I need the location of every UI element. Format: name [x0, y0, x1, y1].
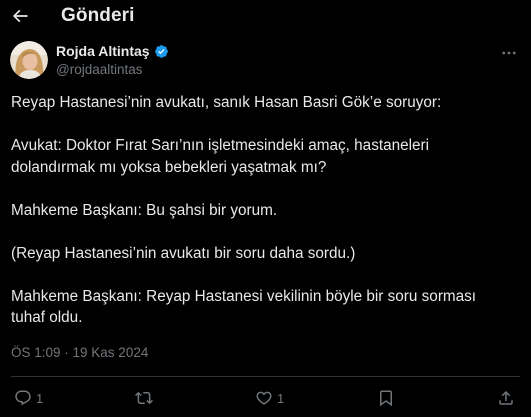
author-handle[interactable]: @rojdaaltintas: [56, 62, 143, 77]
action-bar: 1 1: [0, 385, 531, 411]
bookmark-icon: [380, 390, 392, 407]
author-name: Rojda Altintaş: [56, 43, 150, 59]
author-name-row[interactable]: Rojda Altintaş: [56, 43, 169, 59]
tweet-paragraph: Mahkeme Başkanı: Bu şahsi bir yorum.: [11, 201, 278, 219]
retweet-icon: [135, 391, 153, 405]
top-bar: Gönderi: [0, 0, 531, 36]
tweet-paragraph: Reyap Hastanesi’nin avukatı, sanık Hasan…: [11, 94, 442, 111]
verified-badge-icon: [154, 44, 168, 58]
share-icon: [499, 390, 513, 405]
more-options-button[interactable]: [496, 42, 522, 64]
avatar[interactable]: [10, 41, 48, 79]
tweet-detail-page: Gönderi Rojda Altintaş @rojdaaltintas Re…: [0, 0, 531, 417]
like-button[interactable]: 1: [255, 385, 284, 411]
bookmark-button[interactable]: [377, 385, 395, 411]
reply-icon: [15, 390, 31, 406]
reply-count: 1: [36, 390, 44, 406]
tweet-paragraph: Avukat: Doktor Fırat Sarı’nın işletmesin…: [11, 137, 430, 176]
like-count: 1: [277, 390, 285, 406]
more-horizontal-icon: [502, 51, 516, 55]
tweet-text: Reyap Hastanesi’nin avukatı, sanık Hasan…: [11, 92, 516, 329]
share-button[interactable]: [497, 385, 515, 411]
page-title: Gönderi: [61, 5, 135, 26]
retweet-button[interactable]: [135, 385, 157, 411]
back-button[interactable]: [6, 2, 34, 30]
avatar-image: [10, 41, 48, 79]
tweet-timestamp[interactable]: ÖS 1:09 · 19 Kas 2024: [11, 345, 148, 360]
tweet-paragraph: Mahkeme Başkanı: Reyap Hastanesi vekilin…: [11, 287, 477, 327]
reply-button[interactable]: 1: [14, 385, 43, 411]
heart-icon: [256, 391, 272, 405]
tweet-paragraph: (Reyap Hastanesi’nin avukatı bir soru da…: [11, 244, 356, 262]
divider: [11, 376, 520, 377]
arrow-left-icon: [12, 9, 28, 23]
